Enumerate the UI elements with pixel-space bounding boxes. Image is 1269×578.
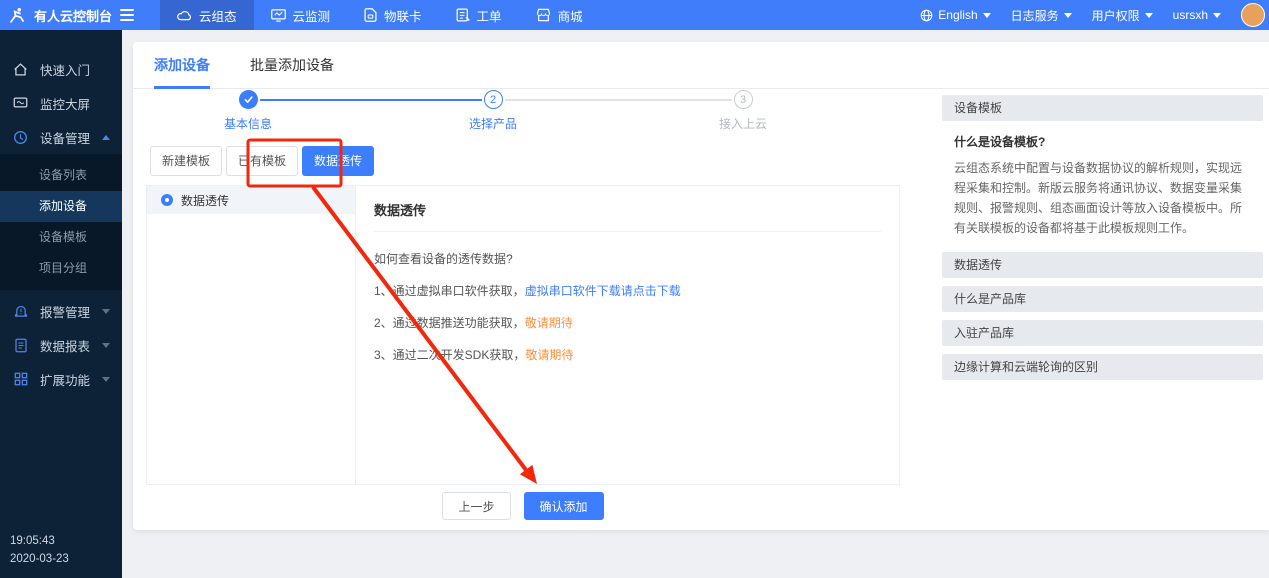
device-clock-icon	[13, 130, 28, 145]
option-data-passthrough[interactable]: 数据透传	[147, 186, 355, 214]
coming-soon-label: 敬请期待	[525, 348, 573, 362]
sidebar-item-monitor-screen[interactable]: 监控大屏	[0, 86, 122, 120]
existing-template-button[interactable]: 已有模板	[226, 146, 298, 176]
main-card: 添加设备 批量添加设备 基本信息 2 选择产品 3 接入上云 新建模板 已有模板…	[133, 42, 1269, 530]
coming-soon-label: 敬请期待	[525, 316, 573, 330]
tab-add-device[interactable]: 添加设备	[154, 42, 210, 89]
cloud-icon	[177, 9, 192, 22]
help-panel-join-product-lib[interactable]: 入驻产品库	[942, 320, 1263, 346]
new-template-button[interactable]: 新建模板	[150, 146, 222, 176]
step-done-check-icon	[239, 90, 258, 109]
monitor-chart-icon	[271, 9, 286, 22]
help-panel-edge-vs-cloud-polling[interactable]: 边缘计算和云端轮询的区别	[942, 354, 1263, 380]
language-switcher[interactable]: English	[920, 8, 990, 22]
nav-iot-sim[interactable]: 物联卡	[347, 0, 439, 30]
step-3-circle: 3	[734, 90, 753, 109]
sidebar-item-alarm-mgmt[interactable]: 报警管理	[0, 294, 122, 328]
sidebar: 快速入门 监控大屏 设备管理 设备列表 添加设备 设备模板 项目分组	[0, 30, 122, 578]
nav-work-order[interactable]: 工单	[439, 0, 519, 30]
passthrough-detail: 数据透传 如何查看设备的透传数据? 1、通过虚拟串口软件获取，虚拟串口软件下载请…	[356, 186, 899, 484]
topbar: 有人云控制台 云组态 云监测	[0, 0, 1269, 30]
storefront-icon	[536, 8, 551, 22]
app-title: 有人云控制台	[34, 6, 112, 25]
data-passthrough-button[interactable]: 数据透传	[302, 146, 374, 176]
detail-item-1: 1、通过虚拟串口软件获取，虚拟串口软件下载请点击下载	[374, 282, 881, 299]
step-basic-info: 基本信息	[188, 90, 308, 132]
chevron-down-icon	[102, 377, 110, 382]
sidebar-item-project-group[interactable]: 项目分组	[0, 253, 122, 284]
chevron-down-icon	[983, 13, 991, 18]
sidebar-item-device-template[interactable]: 设备模板	[0, 222, 122, 253]
big-screen-icon	[13, 96, 28, 111]
detail-question: 如何查看设备的透传数据?	[374, 250, 881, 267]
wizard-footer: 上一步 确认添加	[133, 492, 913, 520]
chevron-down-icon	[1213, 13, 1221, 18]
passthrough-content-box: 数据透传 数据透传 如何查看设备的透传数据? 1、通过虚拟串口软件获取，虚拟串口…	[146, 185, 900, 485]
help-panel-what-is-product-lib[interactable]: 什么是产品库	[942, 286, 1263, 312]
clock-time: 19:05:43	[10, 532, 69, 550]
clock-date: 2020-03-23	[10, 550, 69, 568]
usr-person-logo-icon	[8, 6, 26, 24]
globe-icon	[920, 9, 933, 22]
user-permission-menu[interactable]: 用户权限	[1092, 7, 1153, 24]
detail-item-2: 2、通过数据推送功能获取，敬请期待	[374, 314, 881, 331]
device-mgmt-submenu: 设备列表 添加设备 设备模板 项目分组	[0, 154, 122, 290]
top-navigation: 云组态 云监测 物联卡	[160, 0, 600, 30]
grid-apps-icon	[13, 372, 28, 387]
page-tabs: 添加设备 批量添加设备	[133, 42, 1269, 89]
virtual-serial-download-link[interactable]: 虚拟串口软件下载请点击下载	[525, 284, 681, 298]
nav-cloud-scada[interactable]: 云组态	[160, 0, 254, 30]
work-order-icon	[456, 8, 470, 22]
chevron-up-icon	[102, 135, 110, 140]
detail-title: 数据透传	[374, 200, 881, 232]
sidebar-clock: 19:05:43 2020-03-23	[10, 532, 69, 568]
help-panel-body: 什么是设备模板? 云组态系统中配置与设备数据协议的解析规则，实现远程采集和控制。…	[942, 121, 1263, 252]
sidebar-item-extensions[interactable]: 扩展功能	[0, 362, 122, 396]
step-select-product: 2 选择产品	[433, 90, 553, 132]
help-panel-data-passthrough[interactable]: 数据透传	[942, 252, 1263, 278]
chevron-down-icon	[102, 309, 110, 314]
chevron-down-icon	[1145, 13, 1153, 18]
avatar[interactable]	[1241, 3, 1265, 27]
help-panel-device-template[interactable]: 设备模板	[942, 95, 1263, 121]
option-list: 数据透传	[147, 186, 356, 484]
previous-step-button[interactable]: 上一步	[442, 492, 510, 520]
step-connect-cloud: 3 接入上云	[683, 90, 803, 132]
confirm-add-button[interactable]: 确认添加	[524, 492, 604, 520]
radio-selected-icon[interactable]	[161, 194, 173, 206]
sidebar-item-add-device[interactable]: 添加设备	[0, 191, 122, 222]
template-mode-buttons: 新建模板 已有模板 数据透传	[150, 146, 374, 176]
detail-item-3: 3、通过二次开发SDK获取，敬请期待	[374, 346, 881, 363]
user-account-menu[interactable]: usrsxh	[1173, 8, 1221, 22]
step-2-circle: 2	[484, 90, 503, 109]
help-panel-column: 设备模板 什么是设备模板? 云组态系统中配置与设备数据协议的解析规则，实现远程采…	[942, 95, 1263, 380]
alarm-bell-icon	[13, 304, 28, 319]
sidebar-item-device-list[interactable]: 设备列表	[0, 160, 122, 191]
home-icon	[13, 62, 28, 77]
sidebar-item-data-report[interactable]: 数据报表	[0, 328, 122, 362]
menu-toggle-icon[interactable]	[120, 9, 134, 21]
logo[interactable]: 有人云控制台	[0, 6, 152, 25]
log-service-menu[interactable]: 日志服务	[1011, 7, 1072, 24]
sim-card-icon	[364, 8, 377, 22]
sidebar-item-device-mgmt[interactable]: 设备管理	[0, 120, 122, 154]
chevron-down-icon	[1064, 13, 1072, 18]
tab-batch-add-device[interactable]: 批量添加设备	[250, 42, 334, 89]
nav-mall[interactable]: 商城	[519, 0, 600, 30]
sidebar-item-quick-start[interactable]: 快速入门	[0, 52, 122, 86]
chevron-down-icon	[102, 343, 110, 348]
topbar-right: English 日志服务 用户权限 usrsxh	[920, 3, 1269, 27]
nav-cloud-monitor[interactable]: 云监测	[254, 0, 348, 30]
report-doc-icon	[13, 338, 28, 353]
